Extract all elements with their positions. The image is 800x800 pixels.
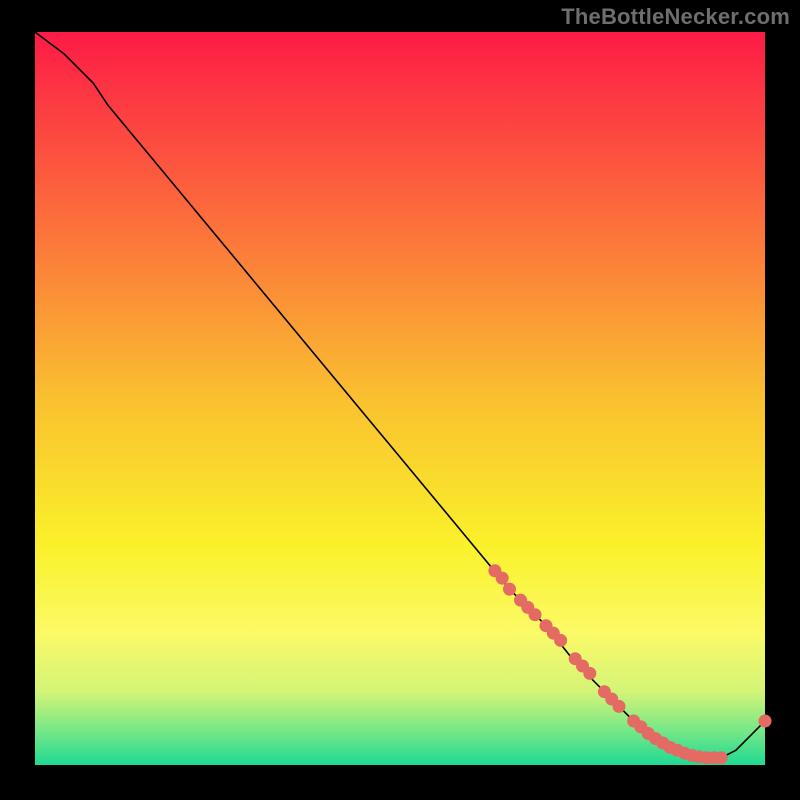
plot-background: [35, 32, 765, 765]
bottleneck-chart: [0, 0, 800, 800]
data-point: [529, 608, 542, 621]
data-point: [759, 715, 772, 728]
data-point: [613, 700, 626, 713]
watermark-text: TheBottleNecker.com: [561, 4, 790, 30]
data-point: [554, 634, 567, 647]
chart-frame: TheBottleNecker.com: [0, 0, 800, 800]
data-point: [503, 583, 516, 596]
data-point: [496, 572, 509, 585]
data-point: [715, 751, 728, 764]
data-point: [583, 667, 596, 680]
